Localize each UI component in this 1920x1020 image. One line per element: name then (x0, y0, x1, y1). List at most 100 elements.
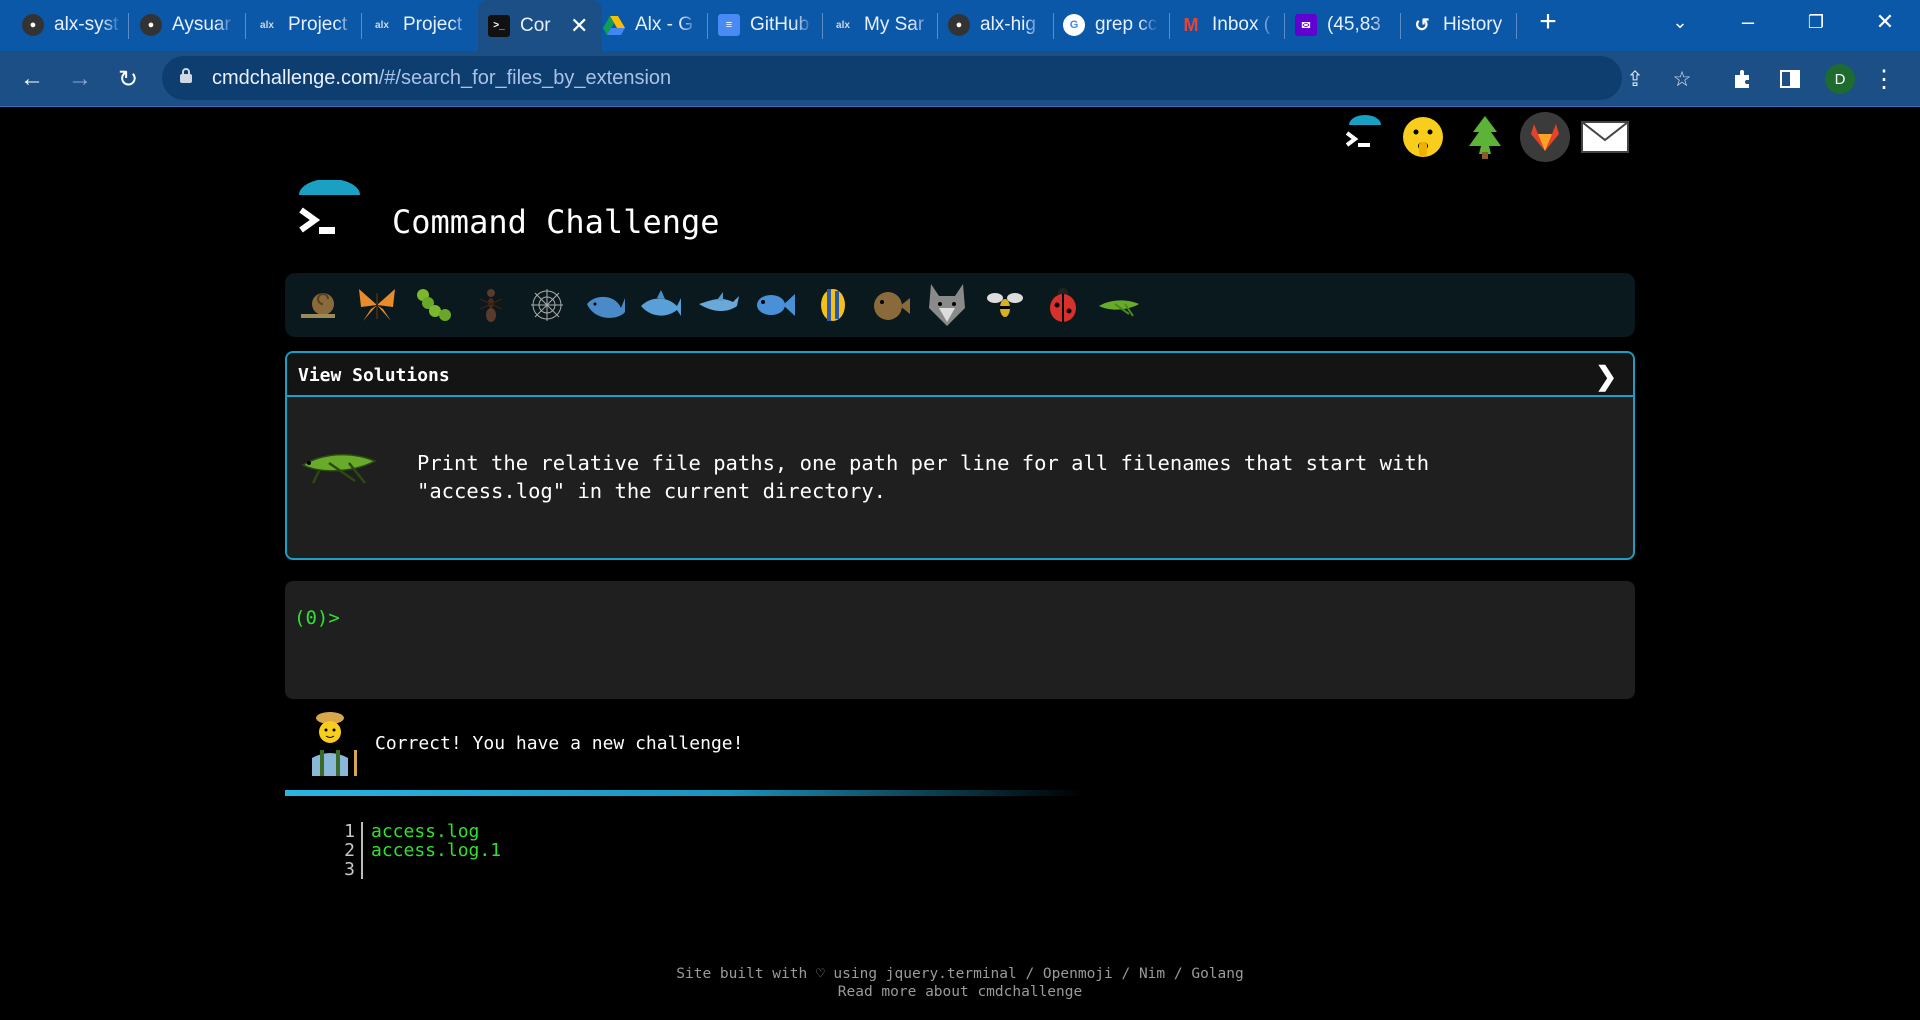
chevron-right-icon[interactable]: ❯ (1595, 361, 1617, 392)
url-text: cmdchallenge.com/#/search_for_files_by_e… (212, 67, 671, 90)
tab-title: My Sar (864, 14, 925, 35)
terminal-prompt: (0)> (294, 607, 340, 629)
footer-read-more-link[interactable]: Read more about cmdchallenge (0, 984, 1920, 1000)
chrome-divider (0, 106, 1920, 107)
alx-icon: alx (375, 19, 389, 31)
tab-title: Aysuar (172, 14, 231, 35)
github-icon: ● (22, 14, 44, 36)
restore-button[interactable]: ❐ (1781, 0, 1851, 44)
toolbar: ← → ↻ cmdchallenge.com/#/search_for_file… (0, 51, 1920, 106)
butterfly-icon[interactable] (355, 283, 399, 327)
line-number: 2 (335, 841, 363, 860)
lock-icon (180, 68, 192, 83)
tab-11[interactable]: M Inbox ( (1180, 6, 1275, 44)
profile-avatar[interactable]: D (1825, 64, 1855, 94)
tab-5-active[interactable]: >_ Cor ✕ (478, 0, 602, 51)
close-window-button[interactable]: ✕ (1850, 0, 1920, 44)
gitlab-icon[interactable] (1520, 112, 1570, 162)
github-icon: ● (948, 14, 970, 36)
shark-icon[interactable] (639, 283, 683, 327)
dolphin-icon[interactable] (697, 283, 741, 327)
close-icon[interactable]: ✕ (570, 13, 588, 39)
google-drive-icon (603, 14, 625, 36)
tab-4[interactable]: alx Project (371, 6, 471, 44)
output-row: 2 access.log.1 (335, 841, 501, 860)
terminal-icon: >_ (488, 14, 510, 37)
tab-strip: ● alx-syst ● Aysuar alx Project alx Proj… (0, 0, 1920, 51)
tab-13[interactable]: ↺ History (1411, 6, 1516, 44)
tab-8[interactable]: alx My Sar (832, 6, 932, 44)
history-icon: ↺ (1414, 14, 1430, 35)
output-row: 3 (335, 860, 501, 879)
url-path: /#/search_for_files_by_extension (378, 67, 672, 89)
output-line: access.log (371, 821, 480, 842)
reload-button[interactable]: ↻ (112, 63, 144, 95)
tab-title: Cor (520, 14, 551, 36)
tab-2[interactable]: ● Aysuar (140, 6, 235, 44)
terminal[interactable]: (0)> (285, 581, 1635, 699)
extensions-icon[interactable] (1727, 63, 1759, 95)
whale-icon[interactable] (583, 283, 627, 327)
cmdchallenge-logo (299, 180, 360, 234)
ladybug-icon[interactable] (1041, 283, 1085, 327)
level-selector (285, 273, 1635, 337)
mail-icon[interactable] (1580, 112, 1630, 162)
snail-icon[interactable] (297, 283, 341, 327)
tab-3[interactable]: alx Project (256, 6, 356, 44)
tropical-fish-icon[interactable] (811, 283, 855, 327)
tab-12[interactable]: ✉ (45,83 (1295, 6, 1390, 44)
back-button[interactable]: ← (16, 63, 48, 95)
new-tab-button[interactable]: + (1515, 0, 1581, 44)
url-host: cmdchallenge.com (212, 67, 379, 89)
tab-search-icon[interactable]: ⌄ (1645, 0, 1715, 44)
farmer-icon (312, 712, 357, 776)
output-line: access.log.1 (371, 840, 502, 861)
tab-title: GitHub (750, 14, 810, 35)
tab-1[interactable]: ● alx-syst (22, 6, 122, 44)
spider-web-icon[interactable] (525, 283, 569, 327)
alx-icon: alx (836, 19, 850, 31)
view-solutions-label: View Solutions (298, 365, 450, 386)
alx-icon: alx (260, 19, 274, 31)
line-number: 1 (335, 822, 363, 841)
yahoo-mail-icon: ✉ (1295, 14, 1317, 36)
challenge-panel: View Solutions ❯ Print the relative file… (285, 351, 1635, 560)
menu-icon[interactable]: ⋮ (1868, 63, 1900, 95)
tab-10[interactable]: G grep cc (1063, 6, 1158, 44)
address-bar[interactable]: cmdchallenge.com/#/search_for_files_by_e… (162, 56, 1691, 100)
gmail-icon: M (1183, 14, 1199, 35)
tree-icon[interactable] (1460, 112, 1510, 162)
forward-button[interactable]: → (64, 63, 96, 95)
view-solutions-header[interactable]: View Solutions ❯ (287, 353, 1633, 397)
challenge-description: Print the relative file paths, one path … (417, 451, 1430, 503)
terminal-icon[interactable] (1340, 112, 1390, 162)
bookmark-star-icon[interactable]: ☆ (1669, 66, 1695, 92)
minimize-button[interactable]: – (1713, 0, 1783, 44)
tab-title: (45,83 (1327, 14, 1381, 35)
shushing-face-icon[interactable] (1398, 112, 1448, 162)
tab-9[interactable]: ● alx-hig (948, 6, 1043, 44)
page-title: Command Challenge (392, 203, 720, 241)
tab-title: alx-hig (980, 14, 1036, 35)
cricket-icon (301, 453, 377, 484)
fish-icon[interactable] (753, 283, 797, 327)
wolf-icon[interactable] (925, 283, 969, 327)
progress-bar (285, 790, 1085, 796)
tab-7[interactable]: ≡ GitHub (718, 6, 813, 44)
bee-icon[interactable] (983, 283, 1027, 327)
tab-title: grep cc (1095, 14, 1158, 35)
command-output: 1 access.log 2 access.log.1 3 (335, 822, 501, 879)
result-message: Correct! You have a new challenge! (375, 733, 744, 754)
line-number: 3 (335, 860, 363, 879)
tab-title: Project (403, 14, 463, 35)
tab-title: History (1443, 14, 1503, 35)
blowfish-icon[interactable] (869, 283, 913, 327)
tab-6[interactable]: Alx - G (603, 6, 698, 44)
ant-icon[interactable] (469, 283, 513, 327)
cricket-icon[interactable] (1097, 283, 1141, 327)
google-docs-icon: ≡ (718, 14, 740, 36)
caterpillar-icon[interactable] (413, 283, 457, 327)
share-icon[interactable]: ⇪ (1622, 66, 1648, 92)
tab-title: Alx - G (635, 14, 694, 35)
side-panel-icon[interactable] (1774, 63, 1806, 95)
